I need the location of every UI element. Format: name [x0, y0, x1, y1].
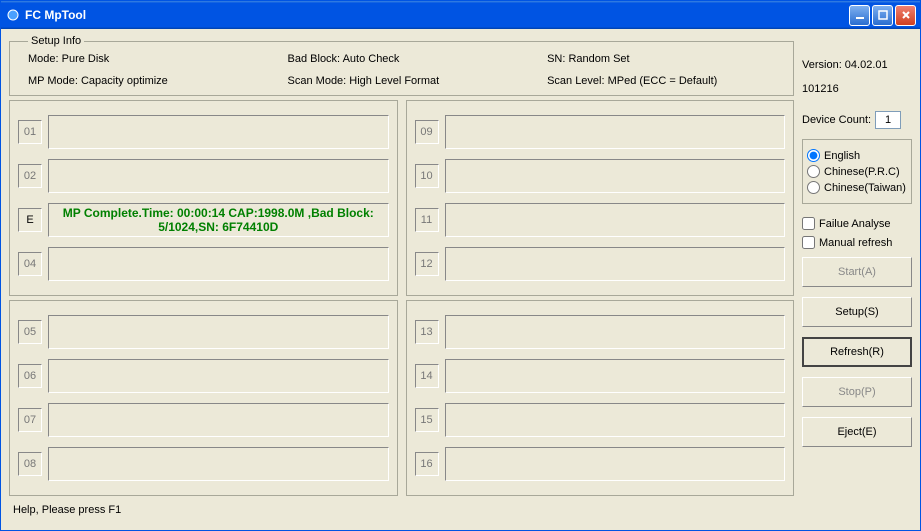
version-label: Version: 04.02.01 [802, 59, 912, 71]
slot-field-13 [445, 315, 786, 349]
sn-label: SN: Random Set [547, 53, 783, 65]
slot-panel-3: 05 06 07 08 [9, 300, 398, 496]
close-button[interactable] [895, 5, 916, 26]
setup-legend: Setup Info [28, 35, 84, 47]
slot-panel-2: 09 10 11 12 [406, 100, 795, 296]
help-text: Help, Please press F1 [9, 504, 794, 516]
slot-num-09[interactable]: 09 [415, 120, 439, 144]
slot-field-03: MP Complete.Time: 00:00:14 CAP:1998.0M ,… [48, 203, 389, 237]
label-failure-analyse: Failue Analyse [819, 218, 891, 230]
slot-field-01 [48, 115, 389, 149]
mpmode-label: MP Mode: Capacity optimize [28, 75, 288, 87]
start-button[interactable]: Start(A) [802, 257, 912, 287]
setup-button[interactable]: Setup(S) [802, 297, 912, 327]
minimize-button[interactable] [849, 5, 870, 26]
slot-field-07 [48, 403, 389, 437]
slot-num-07[interactable]: 07 [18, 408, 42, 432]
stop-button[interactable]: Stop(P) [802, 377, 912, 407]
slot-num-10[interactable]: 10 [415, 164, 439, 188]
maximize-button[interactable] [872, 5, 893, 26]
scanmode-label: Scan Mode: High Level Format [288, 75, 548, 87]
refresh-button[interactable]: Refresh(R) [802, 337, 912, 367]
slot-panel-1: 01 02 E MP Complete.Time: 00:00:14 CAP:19… [9, 100, 398, 296]
label-english: English [824, 150, 860, 162]
eject-button[interactable]: Eject(E) [802, 417, 912, 447]
mode-label: Mode: Pure Disk [28, 53, 288, 65]
slot-field-06 [48, 359, 389, 393]
device-count-label: Device Count: [802, 114, 871, 126]
slot-num-11[interactable]: 11 [415, 208, 439, 232]
checkbox-manual-refresh[interactable] [802, 236, 815, 249]
window-title: FC MpTool [25, 8, 849, 22]
slot-num-06[interactable]: 06 [18, 364, 42, 388]
build-label: 101216 [802, 83, 912, 95]
scanlevel-label: Scan Level: MPed (ECC = Default) [547, 75, 783, 87]
device-count-input[interactable] [875, 111, 901, 129]
slot-num-16[interactable]: 16 [415, 452, 439, 476]
titlebar: FC MpTool [1, 1, 920, 29]
radio-chinese-tw[interactable] [807, 181, 820, 194]
setup-info-panel: Setup Info Mode: Pure Disk Bad Block: Au… [9, 35, 794, 96]
slot-field-14 [445, 359, 786, 393]
slot-field-09 [445, 115, 786, 149]
side-panel: Version: 04.02.01 101216 Device Count: E… [802, 35, 912, 526]
slot-field-15 [445, 403, 786, 437]
slot-num-12[interactable]: 12 [415, 252, 439, 276]
slot-status-03: MP Complete.Time: 00:00:14 CAP:1998.0M ,… [53, 206, 384, 235]
label-chinese-prc: Chinese(P.R.C) [824, 166, 900, 178]
slot-panel-4: 13 14 15 16 [406, 300, 795, 496]
slot-num-05[interactable]: 05 [18, 320, 42, 344]
slot-num-08[interactable]: 08 [18, 452, 42, 476]
slot-field-12 [445, 247, 786, 281]
checkbox-failure-analyse[interactable] [802, 217, 815, 230]
slot-field-05 [48, 315, 389, 349]
slot-field-10 [445, 159, 786, 193]
slot-field-11 [445, 203, 786, 237]
language-panel: English Chinese(P.R.C) Chinese(Taiwan) [802, 139, 912, 204]
label-chinese-tw: Chinese(Taiwan) [824, 182, 906, 194]
app-window: FC MpTool Setup Info Mode: Pure Disk Bad… [0, 0, 921, 531]
radio-chinese-prc[interactable] [807, 165, 820, 178]
label-manual-refresh: Manual refresh [819, 237, 892, 249]
slot-num-04[interactable]: 04 [18, 252, 42, 276]
slot-num-13[interactable]: 13 [415, 320, 439, 344]
slot-num-14[interactable]: 14 [415, 364, 439, 388]
slot-field-02 [48, 159, 389, 193]
slot-num-03[interactable]: E [18, 208, 42, 232]
slot-num-01[interactable]: 01 [18, 120, 42, 144]
slot-num-02[interactable]: 02 [18, 164, 42, 188]
radio-english[interactable] [807, 149, 820, 162]
slot-field-08 [48, 447, 389, 481]
badblock-label: Bad Block: Auto Check [288, 53, 548, 65]
slot-field-16 [445, 447, 786, 481]
app-icon [5, 7, 21, 23]
slot-num-15[interactable]: 15 [415, 408, 439, 432]
slot-field-04 [48, 247, 389, 281]
